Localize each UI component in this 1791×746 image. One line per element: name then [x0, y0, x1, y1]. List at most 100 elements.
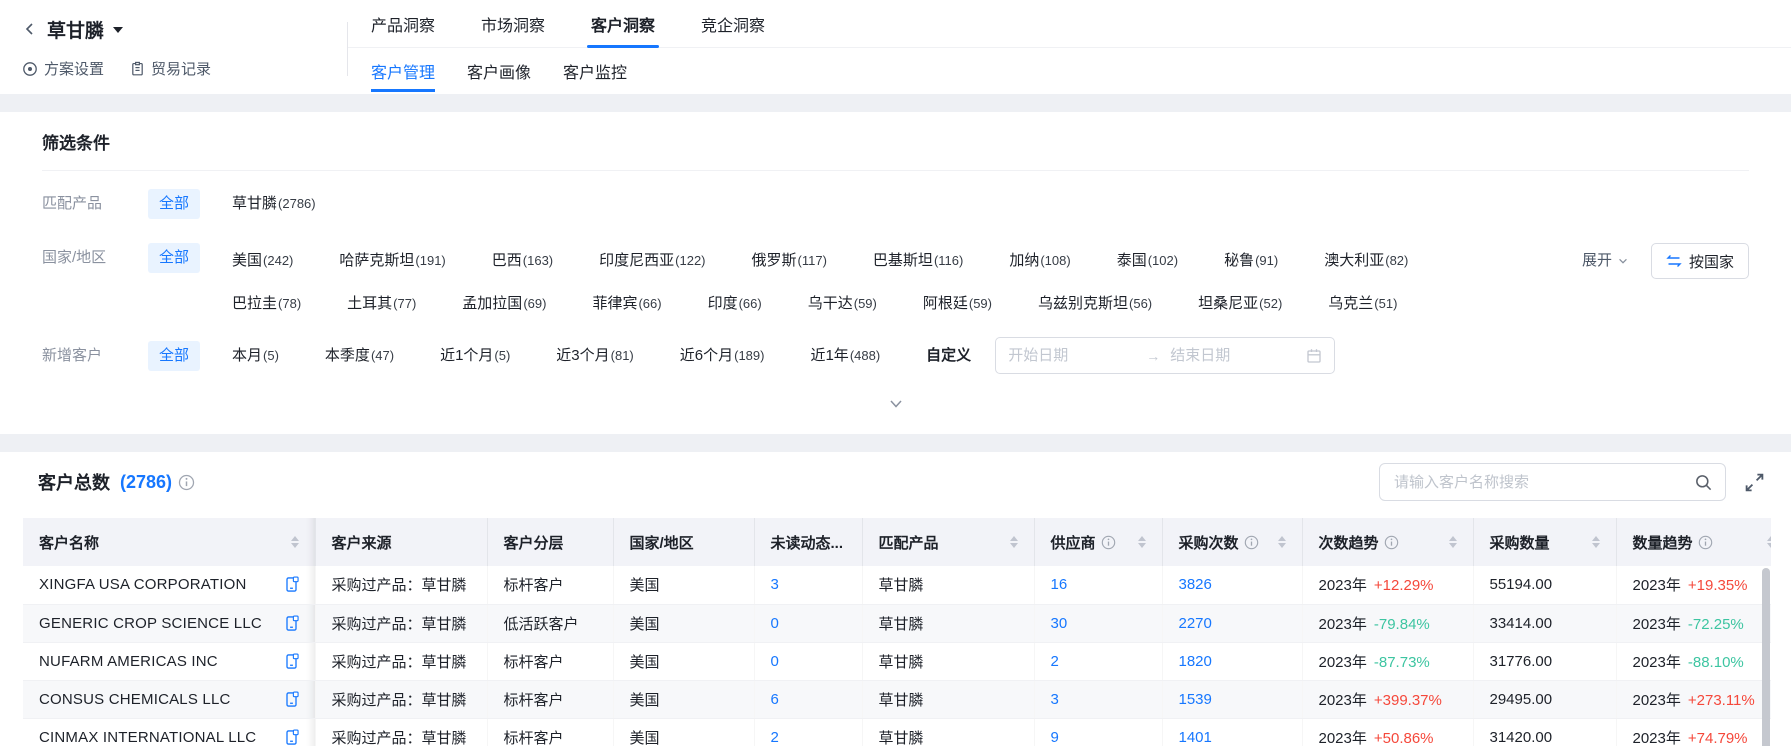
unread-count-link[interactable]: 0 [771, 653, 779, 670]
subtab-customer-management[interactable]: 客户管理 [371, 48, 435, 94]
cell-count-trend: 2023年+12.29% [1302, 566, 1473, 604]
period-last-3-months[interactable]: 近3个月(81) [556, 341, 633, 371]
country-uzbekistan[interactable]: 乌兹别克斯坦(56) [1038, 289, 1152, 319]
purchase-count-link[interactable]: 3826 [1179, 576, 1212, 593]
country-paraguay[interactable]: 巴拉圭(78) [232, 289, 301, 319]
country-russia[interactable]: 俄罗斯(117) [752, 246, 827, 276]
country-turkey[interactable]: 土耳其(77) [347, 289, 416, 319]
country-australia[interactable]: 澳大利亚(82) [1324, 246, 1408, 276]
contact-phone-icon[interactable] [284, 691, 299, 708]
country-argentina[interactable]: 阿根廷(59) [923, 289, 992, 319]
matched-product-all-chip[interactable]: 全部 [148, 189, 200, 219]
tab-competitor-insight[interactable]: 竞企洞察 [701, 0, 765, 47]
purchase-count-link[interactable]: 1820 [1179, 653, 1212, 670]
country-ghana[interactable]: 加纳(108) [1009, 246, 1070, 276]
info-icon[interactable] [178, 474, 195, 491]
purchase-count-link[interactable]: 1539 [1179, 691, 1212, 708]
sort-icon[interactable] [1443, 536, 1457, 548]
contact-phone-icon[interactable] [284, 653, 299, 670]
info-icon[interactable] [1698, 535, 1713, 550]
customer-search-input[interactable] [1394, 474, 1694, 491]
sort-icon[interactable] [1272, 536, 1286, 548]
country-thailand[interactable]: 泰国(102) [1117, 246, 1178, 276]
country-india[interactable]: 印度(66) [708, 289, 762, 319]
country-uzbekistan-label: 乌兹别克斯坦 [1038, 295, 1128, 312]
col-header-suppliers[interactable]: 供应商 [1034, 518, 1162, 566]
unread-count-link[interactable]: 0 [771, 615, 779, 632]
collapse-row [42, 386, 1749, 422]
country-ukraine-count: (51) [1374, 296, 1397, 311]
filter-label-matched-product: 匹配产品 [42, 189, 148, 219]
back-icon[interactable] [22, 21, 38, 37]
contact-phone-icon[interactable] [284, 615, 299, 632]
period-last-1-year[interactable]: 近1年(488) [810, 341, 880, 371]
group-by-country-button[interactable]: 按国家 [1651, 243, 1749, 279]
country-pakistan[interactable]: 巴基斯坦(116) [873, 246, 963, 276]
date-range-picker[interactable]: → [995, 337, 1335, 374]
country-usa[interactable]: 美国(242) [232, 246, 293, 276]
purchase-count-link[interactable]: 2270 [1179, 615, 1212, 632]
info-icon[interactable] [1244, 535, 1259, 550]
info-icon[interactable] [1384, 535, 1399, 550]
suppliers-count-link[interactable]: 9 [1051, 729, 1059, 746]
period-last-1-month[interactable]: 近1个月(5) [440, 341, 510, 371]
unread-count-link[interactable]: 2 [771, 729, 779, 746]
new-customer-all-chip[interactable]: 全部 [148, 341, 200, 371]
col-header-qty-trend[interactable]: 数量趋势 [1616, 518, 1771, 566]
country-indonesia[interactable]: 印度尼西亚(122) [599, 246, 705, 276]
country-all-chip[interactable]: 全部 [148, 243, 200, 273]
country-philippines[interactable]: 菲律宾(66) [592, 289, 661, 319]
end-date-input[interactable] [1170, 347, 1298, 364]
menu-item-scheme-settings[interactable]: 方案设置 [22, 58, 104, 79]
country-peru[interactable]: 秘鲁(91) [1224, 246, 1278, 276]
header-divider [347, 22, 348, 76]
sort-icon[interactable] [1004, 536, 1018, 548]
custom-date-link[interactable]: 自定义 [926, 341, 971, 371]
country-ukraine[interactable]: 乌克兰(51) [1328, 289, 1397, 319]
collapse-filters-chevron-icon[interactable] [868, 392, 924, 416]
country-uganda[interactable]: 乌干达(59) [808, 289, 877, 319]
suppliers-count-link[interactable]: 2 [1051, 653, 1059, 670]
unread-count-link[interactable]: 3 [771, 576, 779, 593]
col-header-count-trend[interactable]: 次数趋势 [1302, 518, 1473, 566]
period-last-6-months[interactable]: 近6个月(189) [680, 341, 765, 371]
period-this-quarter[interactable]: 本季度(47) [325, 341, 394, 371]
country-bangladesh[interactable]: 孟加拉国(69) [462, 289, 546, 319]
vertical-scrollbar[interactable] [1762, 568, 1770, 746]
start-date-input[interactable] [1008, 347, 1136, 364]
col-header-matched-product[interactable]: 匹配产品 [862, 518, 1034, 566]
purchase-count-link[interactable]: 1401 [1179, 729, 1212, 746]
period-this-month[interactable]: 本月(5) [232, 341, 279, 371]
sort-icon[interactable] [1586, 536, 1600, 548]
sort-icon[interactable] [285, 536, 299, 548]
product-switcher[interactable]: 草甘膦 [22, 12, 348, 46]
subtab-customer-profile[interactable]: 客户画像 [467, 48, 531, 94]
tab-customer-insight[interactable]: 客户洞察 [591, 0, 655, 47]
tab-market-insight[interactable]: 市场洞察 [481, 0, 545, 47]
subtab-customer-monitor[interactable]: 客户监控 [563, 48, 627, 94]
country-tanzania[interactable]: 坦桑尼亚(52) [1198, 289, 1282, 319]
suppliers-count-link[interactable]: 16 [1051, 576, 1068, 593]
col-header-purchase-count[interactable]: 采购次数 [1162, 518, 1302, 566]
contact-phone-icon[interactable] [284, 576, 299, 593]
search-icon[interactable] [1694, 473, 1713, 492]
col-header-purchase-qty[interactable]: 采购数量 [1473, 518, 1616, 566]
tab-product-insight[interactable]: 产品洞察 [371, 0, 435, 47]
sort-icon[interactable] [1761, 536, 1771, 548]
col-header-country-region: 国家/地区 [613, 518, 754, 566]
unread-count-link[interactable]: 6 [771, 691, 779, 708]
sort-caret-down-icon [1138, 543, 1146, 548]
col-header-customer-source: 客户来源 [315, 518, 487, 566]
country-brazil[interactable]: 巴西(163) [492, 246, 553, 276]
suppliers-count-link[interactable]: 30 [1051, 615, 1068, 632]
col-header-customer-name[interactable]: 客户名称 [23, 518, 315, 566]
product-glyphosate[interactable]: 草甘膦(2786) [232, 189, 316, 219]
country-kazakhstan[interactable]: 哈萨克斯坦(191) [339, 246, 445, 276]
expand-countries-link[interactable]: 展开 [1582, 246, 1629, 276]
menu-item-trade-records[interactable]: 贸易记录 [130, 58, 211, 79]
suppliers-count-link[interactable]: 3 [1051, 691, 1059, 708]
fullscreen-expand-icon[interactable] [1744, 472, 1765, 493]
sort-icon[interactable] [1132, 536, 1146, 548]
info-icon[interactable] [1101, 535, 1116, 550]
contact-phone-icon[interactable] [284, 729, 299, 746]
